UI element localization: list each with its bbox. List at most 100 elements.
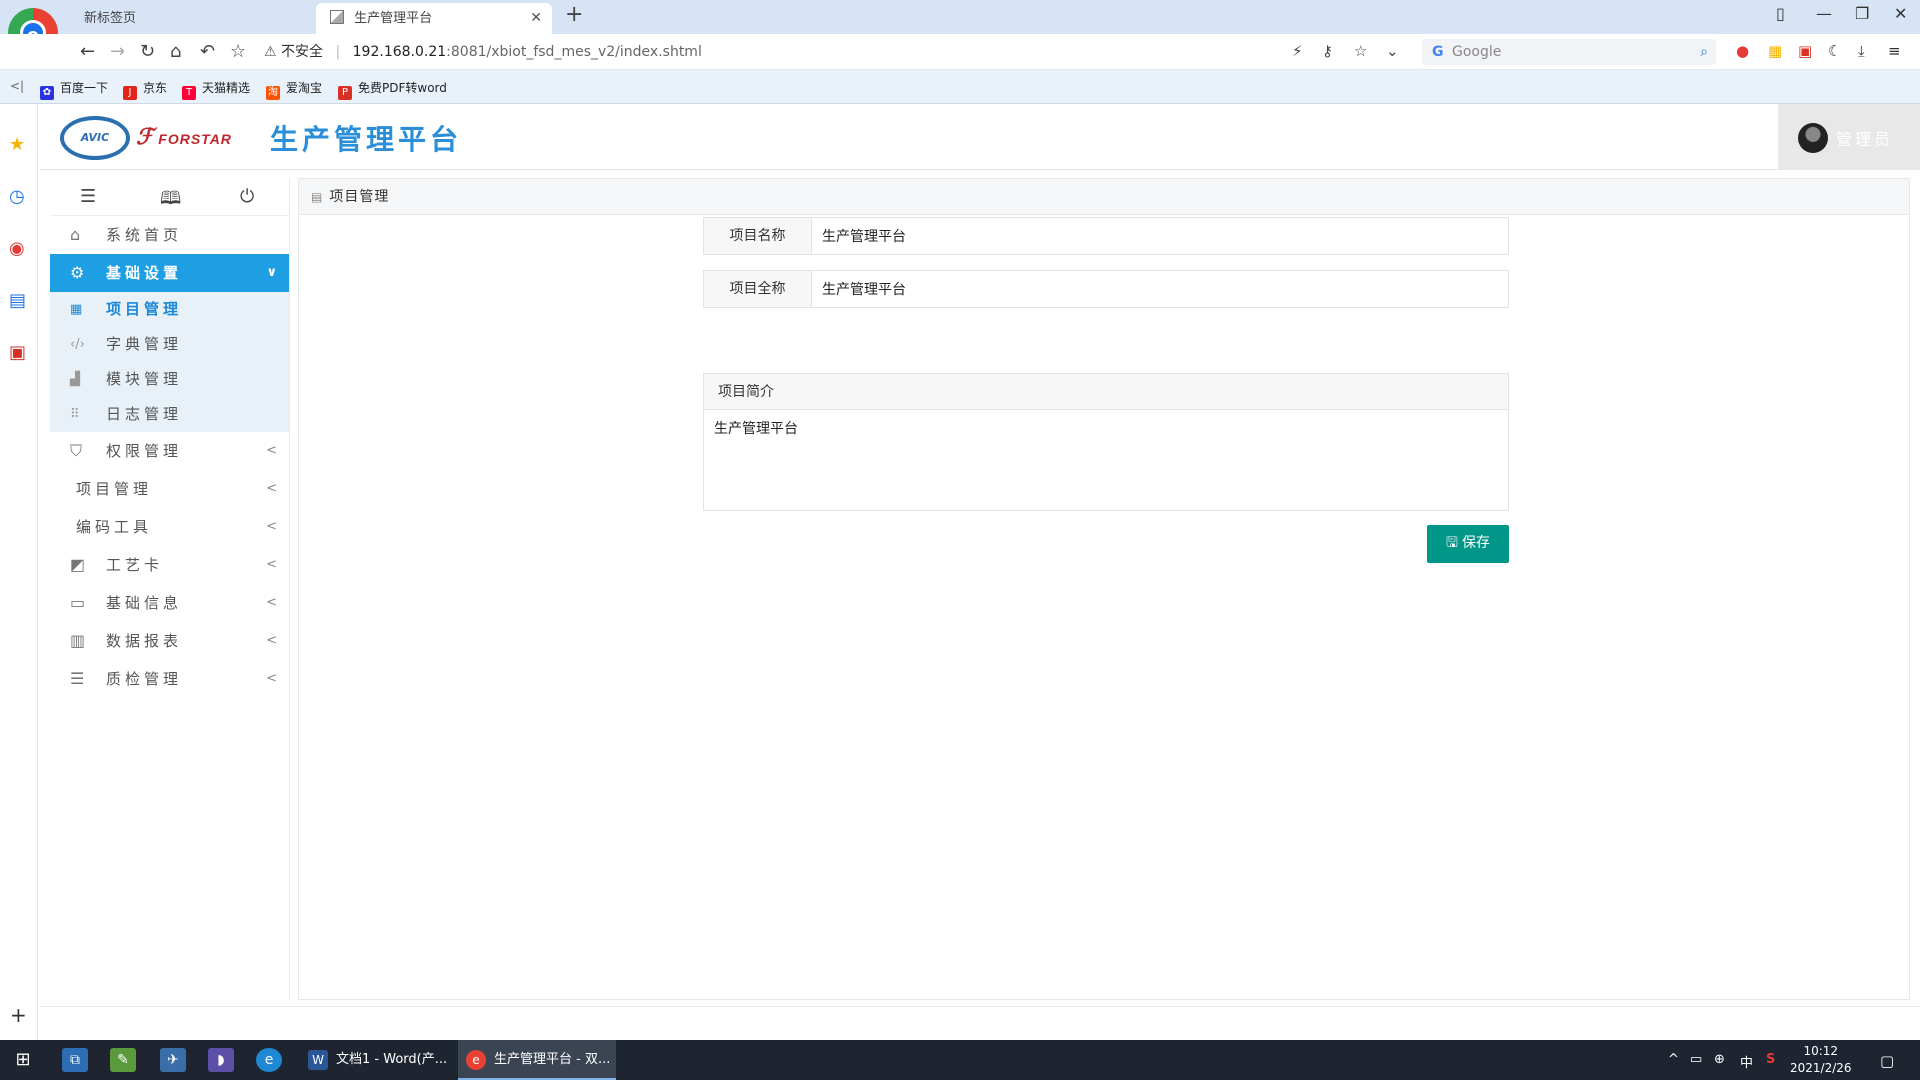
address-toolbar: ← → ↻ ⌂ ↶ ☆ ⚠ 不安全 | 192.168.0.21:8081/xb… [0,34,1920,70]
breadcrumb: ▤ 项目管理 [299,179,1909,215]
minimize-icon[interactable]: — [1816,4,1832,23]
dolphin-app-icon[interactable]: ◗ [208,1048,234,1072]
project-intro-label: 项目简介 [704,374,1508,410]
chevron-left-icon: < [266,481,277,496]
basic-settings-submenu: ▦ 项目管理 ‹/› 字典管理 ▟ 模块管理 ⠿ 日志管理 [50,292,289,432]
bookmark-pdf[interactable]: P 免费PDF转word [338,79,447,100]
download-icon[interactable]: ⤓ [1858,42,1865,60]
pdf-icon: P [338,86,352,100]
project-name-input[interactable] [812,218,1508,254]
chevron-down-icon[interactable]: ⌄ [1386,42,1399,60]
menu-icon[interactable]: ≡ [1888,42,1901,60]
new-tab-icon[interactable]: + [565,2,583,27]
tray-expand-icon[interactable]: ^ [1668,1052,1679,1067]
sidebar-item-module[interactable]: ▟ 模块管理 [50,362,289,397]
favorite-star-icon[interactable]: ☆ [230,41,246,62]
collapse-sidebar-icon[interactable]: <| [10,79,24,93]
book-icon[interactable]: 🕮 [160,186,181,216]
sidebar-item-coding-tools[interactable]: 编码工具 < [50,508,289,546]
sidebar-item-label: 系统首页 [106,226,183,244]
sogou-icon[interactable]: S [1766,1052,1775,1067]
url-path: :8081/xbiot_fsd_mes_v2/index.shtml [446,44,702,60]
pdf-ext-icon[interactable]: ▣ [1798,42,1812,60]
jd-icon: J [123,86,137,100]
forward-icon[interactable]: → [110,41,125,62]
sidebar-item-label: 基础设置 [106,264,183,282]
taobao-icon: 淘 [266,86,280,100]
taskbar-browser[interactable]: e 生产管理平台 - 双... [458,1040,616,1080]
favorites-star-icon[interactable]: ★ [9,134,25,155]
globe-icon[interactable]: ⊕ [1714,1052,1725,1067]
tool-app-icon[interactable]: ✈ [160,1048,186,1072]
tab-new-tab[interactable]: 新标签页 [70,3,310,34]
edge-icon[interactable]: e [256,1048,282,1072]
undo-icon[interactable]: ↶ [200,41,215,62]
notification-icon[interactable]: ▢ [1880,1052,1894,1070]
window-layout-icon[interactable]: ▯ [1776,4,1785,23]
user-menu[interactable]: 管理员 [1778,104,1920,170]
sidebar-item-quality[interactable]: ☰ 质检管理 < [50,660,289,698]
notepad-icon[interactable]: ✎ [110,1048,136,1072]
history-icon[interactable]: ◷ [9,186,25,207]
url-field[interactable]: ⚠ 不安全 | 192.168.0.21:8081/xbiot_fsd_mes_… [264,39,1414,65]
bookmark-taobao[interactable]: 淘爱淘宝 [266,79,322,100]
sidebar-item-basic-settings[interactable]: ⚙ 基础设置 ∨ [50,254,289,292]
restore-icon[interactable]: ❐ [1855,4,1869,23]
tab-label: 新标签页 [84,11,137,26]
tab-close-icon[interactable]: ✕ [530,3,542,34]
window-icon[interactable]: ▤ [9,290,26,311]
save-button[interactable]: 🖫 保存 [1427,525,1509,563]
bookmark-baidu[interactable]: ✿ 百度一下 [40,79,108,100]
sidebar-item-reports[interactable]: ▥ 数据报表 < [50,622,289,660]
night-mode-icon[interactable]: ☾ [1828,42,1841,60]
sidebar-item-home[interactable]: ⌂ 系统首页 [50,216,289,254]
power-icon[interactable]: ⏻ [240,186,254,207]
grid-icon: ⠿ [70,407,80,422]
sidebar-item-label: 质检管理 [106,670,183,688]
browser-tab-bar: e 新标签页 生产管理平台 ✕ + ▯ — ❐ ✕ [0,0,1920,58]
lightning-icon[interactable]: ⚡ [1292,42,1303,60]
toggle-menu-icon[interactable]: ☰ [80,186,96,207]
sidebar-item-label: 数据报表 [106,632,183,650]
search-icon[interactable]: ⌕ [1700,39,1708,65]
bookmark-jd[interactable]: J 京东 [123,79,167,100]
back-icon[interactable]: ← [80,41,95,62]
sidebar-item-basic-info[interactable]: ▭ 基础信息 < [50,584,289,622]
sidebar-item-log[interactable]: ⠿ 日志管理 [50,397,289,432]
code-icon: ‹/› [70,337,85,352]
windows-start-icon[interactable]: ⊞ [10,1048,36,1072]
weibo-icon[interactable]: ◉ [9,238,25,259]
forstar-logo-text: FORSTAR [158,131,232,147]
sidebar-item-label: 日志管理 [106,405,183,423]
clock[interactable]: 10:12 2021/2/26 [1790,1043,1852,1077]
chevron-left-icon: < [266,519,277,534]
reload-icon[interactable]: ↻ [140,41,155,62]
ime-indicator[interactable]: 中 [1740,1052,1753,1071]
bookmark-tmall[interactable]: T 天猫精选 [182,79,250,100]
sidebar-item-process-card[interactable]: ◩ 工艺卡 < [50,546,289,584]
browser-icon: e [466,1050,486,1070]
bookmark-label: 天猫精选 [202,81,251,95]
add-panel-icon[interactable]: + [10,1003,27,1027]
tab-production-platform[interactable]: 生产管理平台 ✕ [316,3,552,34]
sidebar-item-project[interactable]: 项目管理 < [50,470,289,508]
close-window-icon[interactable]: ✕ [1894,4,1907,23]
save-icon: 🖫 [1446,535,1458,551]
pdf-tool-icon[interactable]: ▣ [9,342,26,363]
weibo-ext-icon[interactable]: ● [1736,42,1749,60]
sidebar-item-project-management[interactable]: ▦ 项目管理 [50,292,289,327]
battery-icon[interactable]: ▭ [1690,1052,1702,1067]
home-icon[interactable]: ⌂ [170,41,181,62]
shield-icon: ⛉ [70,441,83,460]
project-fullname-input[interactable] [812,271,1508,307]
search-input[interactable]: G Google ⌕ [1422,39,1716,65]
bookmark-star-icon[interactable]: ☆ [1354,42,1367,60]
taskbar-word[interactable]: W 文档1 - Word(产... [300,1040,450,1080]
network-app-icon[interactable]: ⧉ [62,1048,88,1072]
key-icon[interactable]: ⚷ [1322,42,1333,60]
apps-ext-icon[interactable]: ▦ [1768,42,1782,60]
sidebar-item-permission[interactable]: ⛉ 权限管理 < [50,432,289,470]
project-fullname-label: 项目全称 [704,271,812,307]
sidebar-item-dictionary[interactable]: ‹/› 字典管理 [50,327,289,362]
project-intro-textarea[interactable]: 生产管理平台 [704,410,1508,510]
